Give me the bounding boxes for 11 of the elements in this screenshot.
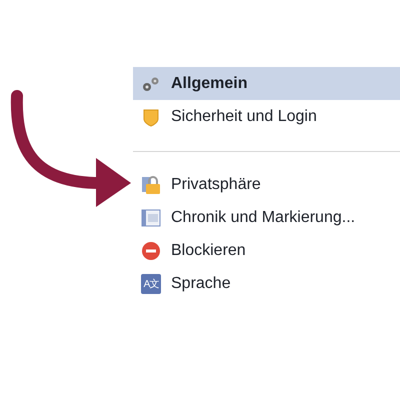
menu-item[interactable]: Blockieren: [133, 234, 400, 267]
shield-icon: [141, 106, 161, 126]
menu-item[interactable]: Privatsphäre: [133, 168, 400, 201]
menu-item[interactable]: A文 Sprache: [133, 267, 400, 300]
menu-item[interactable]: Allgemein: [133, 67, 400, 100]
menu-item[interactable]: Sicherheit und Login: [133, 100, 400, 133]
language-icon: A文: [141, 274, 161, 294]
block-icon: [141, 240, 161, 260]
lock-icon: [141, 174, 161, 194]
menu-item[interactable]: Chronik und Markierung...: [133, 201, 400, 234]
timeline-icon: [141, 208, 161, 228]
